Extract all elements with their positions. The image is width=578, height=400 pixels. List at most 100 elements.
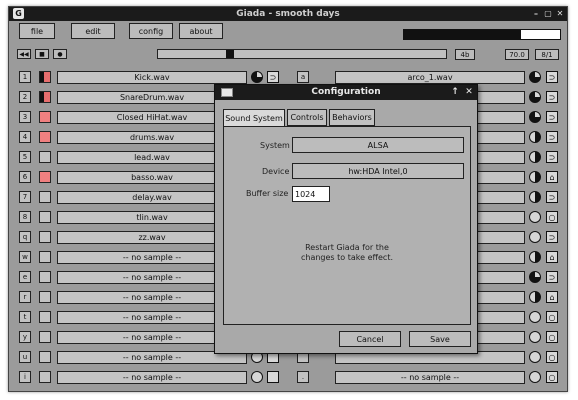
sequencer-progress[interactable] [157, 49, 447, 59]
channel-volume-knob[interactable] [251, 371, 263, 383]
channel-key-button[interactable]: 6 [19, 171, 31, 183]
minimize-icon[interactable]: – [531, 9, 541, 19]
channel-key-button[interactable]: e [19, 271, 31, 283]
dialog-up-icon[interactable]: ↑ [449, 85, 461, 100]
channel-mode-button[interactable]: ⊃ [546, 71, 558, 83]
channel-key-button[interactable]: q [19, 231, 31, 243]
channel-volume-knob[interactable] [529, 131, 541, 143]
channel-status-indicator[interactable] [39, 211, 51, 223]
channel-key-button[interactable]: 5 [19, 151, 31, 163]
channel-volume-knob[interactable] [529, 71, 541, 83]
channel-sample-button[interactable]: -- no sample -- [335, 371, 525, 384]
channel-sample-button[interactable]: -- no sample -- [57, 371, 247, 384]
channel-status-indicator[interactable] [39, 191, 51, 203]
channel-key-button[interactable]: 7 [19, 191, 31, 203]
record-button[interactable]: ● [53, 49, 67, 59]
channel-volume-knob[interactable] [529, 311, 541, 323]
rewind-button[interactable]: ◀◀ [17, 49, 31, 59]
tab-behaviors[interactable]: Behaviors [329, 109, 375, 126]
channel-mode-button[interactable] [267, 371, 279, 383]
channel-key-button[interactable]: 8 [19, 211, 31, 223]
channel-status-indicator[interactable] [39, 151, 51, 163]
cancel-button[interactable]: Cancel [339, 331, 401, 347]
channel-key-button[interactable]: 4 [19, 131, 31, 143]
channel-key-button[interactable]: i [19, 371, 31, 383]
maximize-icon[interactable]: ▢ [543, 9, 553, 19]
channel-volume-knob[interactable] [529, 331, 541, 343]
channel-volume-knob[interactable] [529, 251, 541, 263]
channel-mode-button[interactable]: ⊃ [546, 231, 558, 243]
channel-mode-button[interactable]: ⌂ [546, 291, 558, 303]
close-icon[interactable]: ✕ [555, 9, 565, 19]
channel-mode-button[interactable]: ○ [546, 351, 558, 363]
about-menu-button[interactable]: about [179, 23, 223, 39]
channel-mode-button[interactable]: ⊃ [546, 91, 558, 103]
channel-volume-knob[interactable] [529, 271, 541, 283]
channel-key-button[interactable]: a [297, 71, 309, 83]
channel-status-indicator[interactable] [39, 131, 51, 143]
system-select[interactable]: ALSA [292, 137, 464, 153]
channel-key-button[interactable]: 3 [19, 111, 31, 123]
buffer-size-input[interactable]: 1024 [292, 186, 330, 202]
channel-volume-knob[interactable] [529, 371, 541, 383]
channel-mode-button[interactable]: ○ [546, 331, 558, 343]
file-menu-button[interactable]: file [19, 23, 55, 39]
channel-volume-knob[interactable] [529, 211, 541, 223]
channel-volume-knob[interactable] [529, 231, 541, 243]
channel-mode-button[interactable]: ⊃ [546, 111, 558, 123]
channel-volume-knob[interactable] [529, 111, 541, 123]
dialog-titlebar[interactable]: Configuration ↑ ✕ [215, 85, 477, 100]
channel-status-indicator[interactable] [39, 71, 51, 83]
channel-status-indicator[interactable] [39, 231, 51, 243]
channel-mode-button[interactable]: ⌂ [546, 171, 558, 183]
channel-status-indicator[interactable] [39, 251, 51, 263]
channel-key-button[interactable]: r [19, 291, 31, 303]
channel-mode-button[interactable]: ○ [546, 371, 558, 383]
edit-menu-button[interactable]: edit [71, 23, 115, 39]
channel-status-indicator[interactable] [39, 351, 51, 363]
channel-status-indicator[interactable] [39, 331, 51, 343]
channel-volume-knob[interactable] [529, 351, 541, 363]
device-select[interactable]: hw:HDA Intel,0 [292, 163, 464, 179]
channel-sample-button[interactable]: Kick.wav [57, 71, 247, 84]
channel-key-button[interactable]: . [297, 371, 309, 383]
config-menu-button[interactable]: config [129, 23, 173, 39]
tab-sound-system[interactable]: Sound System [223, 109, 285, 127]
channel-status-indicator[interactable] [39, 291, 51, 303]
tab-controls[interactable]: Controls [287, 109, 327, 126]
channel-key-button[interactable]: w [19, 251, 31, 263]
channel-mode-button[interactable]: ○ [546, 311, 558, 323]
channel-volume-knob[interactable] [529, 191, 541, 203]
meter-button[interactable]: 8/1 [535, 49, 559, 60]
channel-mode-button[interactable]: ⊃ [546, 131, 558, 143]
channel-mode-button[interactable]: ⊃ [267, 71, 279, 83]
channel-volume-knob[interactable] [251, 71, 263, 83]
channel-mode-button[interactable]: ⊃ [546, 191, 558, 203]
channel-mode-button[interactable]: ○ [546, 211, 558, 223]
channel-key-button[interactable]: u [19, 351, 31, 363]
channel-mode-button[interactable]: ⌂ [546, 251, 558, 263]
channel-volume-knob[interactable] [529, 171, 541, 183]
channel-sample-button[interactable]: arco_1.wav [335, 71, 525, 84]
channel-volume-knob[interactable] [529, 91, 541, 103]
channel-volume-knob[interactable] [529, 291, 541, 303]
channel-key-button[interactable]: y [19, 331, 31, 343]
channel-key-button[interactable]: 1 [19, 71, 31, 83]
channel-status-indicator[interactable] [39, 171, 51, 183]
window-titlebar[interactable]: G Giada - smooth days – ▢ ✕ [9, 7, 567, 21]
bpm-button[interactable]: 70.0 [505, 49, 529, 60]
channel-key-button[interactable]: 2 [19, 91, 31, 103]
channel-status-indicator[interactable] [39, 271, 51, 283]
channel-mode-button[interactable]: ⊃ [546, 151, 558, 163]
channel-volume-knob[interactable] [529, 151, 541, 163]
channel-status-indicator[interactable] [39, 111, 51, 123]
channel-key-button[interactable]: t [19, 311, 31, 323]
channel-status-indicator[interactable] [39, 371, 51, 383]
save-button[interactable]: Save [409, 331, 471, 347]
beats-button[interactable]: 4b [455, 49, 475, 60]
channel-mode-button[interactable]: ⊃ [546, 271, 558, 283]
channel-status-indicator[interactable] [39, 91, 51, 103]
dialog-close-icon[interactable]: ✕ [463, 85, 475, 100]
channel-status-indicator[interactable] [39, 311, 51, 323]
stop-button[interactable]: ■ [35, 49, 49, 59]
